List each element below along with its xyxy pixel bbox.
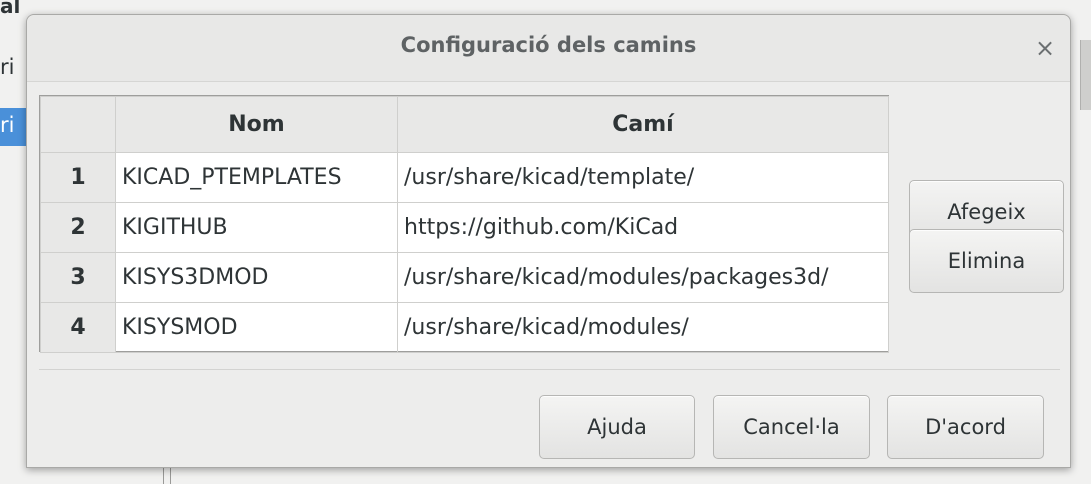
row-header[interactable]: 1 <box>40 152 116 203</box>
name-cell[interactable]: KISYS3DMOD <box>115 252 398 303</box>
background-scrollbar <box>1080 40 1091 110</box>
dialog-title: Configuració dels camins <box>400 33 697 57</box>
path-cell[interactable]: https://github.com/KiCad <box>397 202 889 253</box>
separator <box>39 369 1060 370</box>
row-header[interactable]: 3 <box>40 252 116 303</box>
background-selected-text: ri <box>0 113 15 137</box>
close-icon[interactable]: × <box>1030 33 1060 63</box>
column-header-name[interactable]: Nom <box>115 96 398 153</box>
table-row[interactable]: 2 KIGITHUB https://github.com/KiCad <box>40 202 889 253</box>
background-text: al <box>0 0 21 18</box>
path-cell[interactable]: /usr/share/kicad/modules/ <box>397 302 889 353</box>
path-cell[interactable]: /usr/share/kicad/modules/packages3d/ <box>397 252 889 303</box>
background-text: ri <box>0 55 15 79</box>
table-row[interactable]: 4 KISYSMOD /usr/share/kicad/modules/ <box>40 302 889 353</box>
paths-dialog: Configuració dels camins × Nom Camí 1 KI… <box>26 14 1071 468</box>
cancel-button[interactable]: Cancel·la <box>713 395 870 459</box>
row-header[interactable]: 4 <box>40 302 116 353</box>
dialog-titlebar: Configuració dels camins × <box>27 15 1070 82</box>
name-cell[interactable]: KIGITHUB <box>115 202 398 253</box>
table-header-row: Nom Camí <box>40 96 889 153</box>
paths-grid: Nom Camí 1 KICAD_PTEMPLATES /usr/share/k… <box>39 95 889 353</box>
name-cell[interactable]: KISYSMOD <box>115 302 398 353</box>
row-header[interactable]: 2 <box>40 202 116 253</box>
name-cell[interactable]: KICAD_PTEMPLATES <box>115 152 398 203</box>
background-splitter <box>163 468 171 484</box>
table-row[interactable]: 3 KISYS3DMOD /usr/share/kicad/modules/pa… <box>40 252 889 303</box>
delete-button[interactable]: Elimina <box>909 229 1064 293</box>
ok-button[interactable]: D'acord <box>887 395 1044 459</box>
corner-cell <box>40 96 116 153</box>
paths-table: Nom Camí 1 KICAD_PTEMPLATES /usr/share/k… <box>40 96 889 353</box>
help-button[interactable]: Ajuda <box>539 395 695 459</box>
table-row[interactable]: 1 KICAD_PTEMPLATES /usr/share/kicad/temp… <box>40 152 889 203</box>
path-cell[interactable]: /usr/share/kicad/template/ <box>397 152 889 203</box>
column-header-path[interactable]: Camí <box>397 96 889 153</box>
